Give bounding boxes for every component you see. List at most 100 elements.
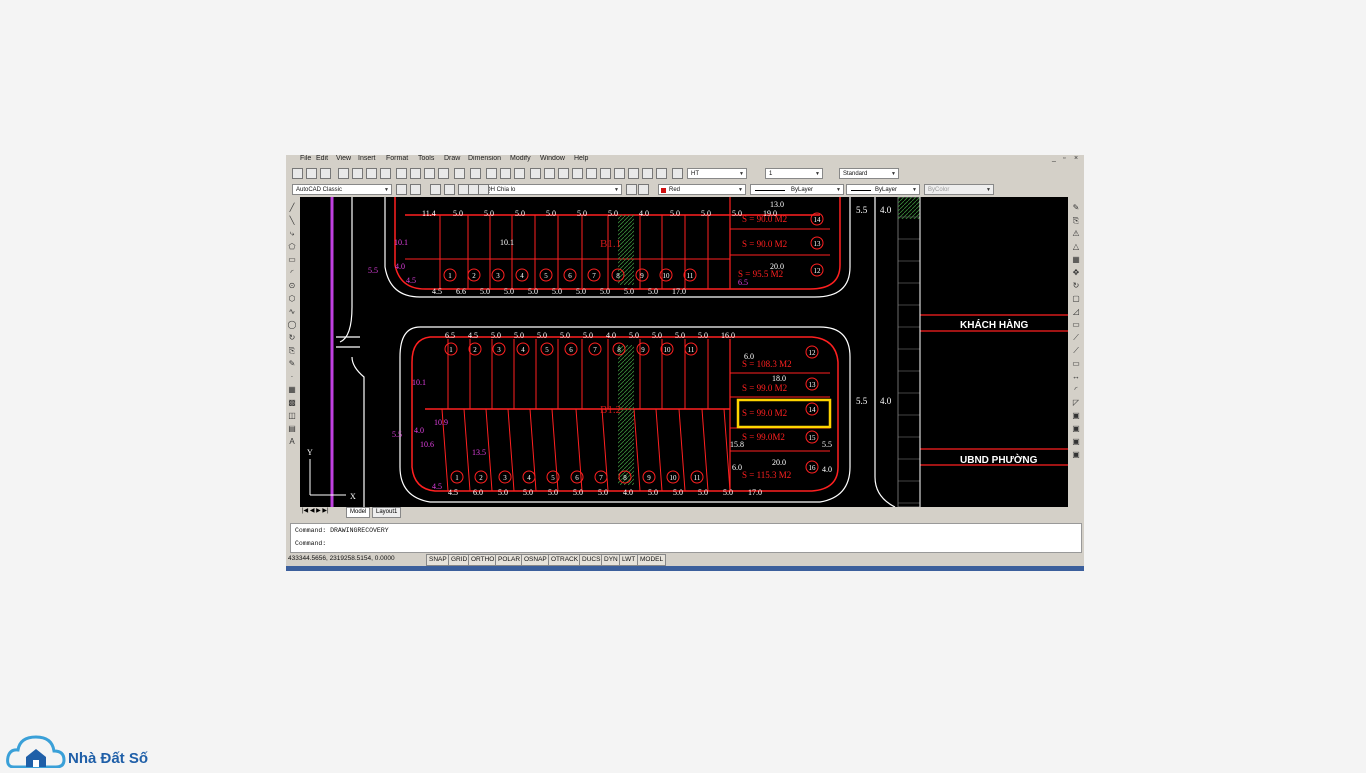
minimize-button[interactable]: _ (1052, 155, 1056, 162)
toolbar-tool-icon[interactable] (514, 168, 525, 179)
modify-tool-icon[interactable]: ⎘ (1071, 216, 1081, 225)
toolbar-tool-icon[interactable] (306, 168, 317, 179)
modify-tool-icon[interactable]: ↻ (1071, 281, 1081, 290)
toolbar-tool-icon[interactable] (396, 168, 407, 179)
dim-style-combo[interactable]: 1 ▼ (765, 168, 823, 179)
toolbar-tool-icon[interactable] (410, 184, 421, 195)
linetype-combo[interactable]: ByLayer ▼ (750, 184, 844, 195)
toolbar-tool-icon[interactable] (486, 168, 497, 179)
menu-file[interactable]: File (300, 155, 311, 162)
toolbar-tool-icon[interactable] (478, 184, 489, 195)
draw-tool-icon[interactable]: ∿ (287, 307, 297, 316)
modify-tool-icon[interactable]: ▭ (1071, 320, 1081, 329)
toolbar-tool-icon[interactable] (558, 168, 569, 179)
grid-toggle[interactable]: GRID (448, 554, 471, 566)
menu-dimension[interactable]: Dimension (468, 155, 501, 162)
toolbar-tool-icon[interactable] (626, 184, 637, 195)
toolbar-tool-icon[interactable] (338, 168, 349, 179)
toolbar-tool-icon[interactable] (396, 184, 407, 195)
toolbar-tool-icon[interactable] (444, 184, 455, 195)
polar-toggle[interactable]: POLAR (495, 554, 524, 566)
toolbar-tool-icon[interactable] (430, 184, 441, 195)
modify-tool-icon[interactable]: ▦ (1071, 255, 1081, 264)
toolbar-tool-icon[interactable] (586, 168, 597, 179)
modify-tool-icon[interactable]: ⟋ (1071, 333, 1081, 342)
draw-tool-icon[interactable]: ⬠ (287, 242, 297, 251)
toolbar-tool-icon[interactable] (628, 168, 639, 179)
toolbar-tool-icon[interactable] (544, 168, 555, 179)
toolbar-tool-icon[interactable] (638, 184, 649, 195)
tab-nav-icon[interactable]: |◀ ◀ ▶ ▶| (302, 507, 329, 514)
toolbar-tool-icon[interactable] (656, 168, 667, 179)
draw-tool-icon[interactable]: ↻ (287, 333, 297, 342)
toolbar-tool-icon[interactable] (672, 168, 683, 179)
toolbar-tool-icon[interactable] (438, 168, 449, 179)
draw-tool-icon[interactable]: ✎ (287, 359, 297, 368)
workspace-combo[interactable]: AutoCAD Classic ▼ (292, 184, 392, 195)
modify-tool-icon[interactable]: △ (1071, 242, 1081, 251)
modify-tool-icon[interactable]: ▣ (1071, 424, 1081, 433)
draw-tool-icon[interactable]: ⤷ (287, 229, 297, 238)
modify-tool-icon[interactable]: ✥ (1071, 268, 1081, 277)
command-window[interactable]: Command: DRAWINGRECOVERY Command: (290, 523, 1082, 553)
toolbar-tool-icon[interactable] (292, 168, 303, 179)
toolbar-tool-icon[interactable] (366, 168, 377, 179)
command-prompt[interactable]: Command: (295, 540, 326, 547)
close-button[interactable]: × (1074, 155, 1078, 162)
table-style-combo[interactable]: Standard ▼ (839, 168, 899, 179)
draw-tool-icon[interactable]: ⎘ (287, 346, 297, 355)
drawing-canvas[interactable]: KHÁCH HÀNG UBND PHƯỜNG S = 90.0 M2 S = 9… (300, 197, 1068, 507)
toolbar-tool-icon[interactable] (600, 168, 611, 179)
model-toggle[interactable]: MODEL (637, 554, 667, 566)
toolbar-tool-icon[interactable] (614, 168, 625, 179)
menu-help[interactable]: Help (574, 155, 588, 162)
draw-tool-icon[interactable]: A (287, 437, 297, 446)
modify-tool-icon[interactable]: ▣ (1071, 411, 1081, 420)
draw-tool-icon[interactable]: ▭ (287, 255, 297, 264)
toolbar-tool-icon[interactable] (530, 168, 541, 179)
modify-tool-icon[interactable]: ↔ (1071, 372, 1081, 381)
ducs-toggle[interactable]: DUCS (579, 554, 604, 566)
modify-tool-icon[interactable]: ▢ (1071, 294, 1081, 303)
draw-tool-icon[interactable]: ◯ (287, 320, 297, 329)
draw-tool-icon[interactable]: ╲ (287, 216, 297, 225)
modify-tool-icon[interactable]: ⟋ (1071, 346, 1081, 355)
toolbar-tool-icon[interactable] (454, 168, 465, 179)
modify-tool-icon[interactable]: ◜ (1071, 385, 1081, 394)
draw-tool-icon[interactable]: ▦ (287, 385, 297, 394)
menu-format[interactable]: Format (386, 155, 408, 162)
draw-tool-icon[interactable]: ⬡ (287, 294, 297, 303)
ortho-toggle[interactable]: ORTHO (468, 554, 498, 566)
toolbar-tool-icon[interactable] (380, 168, 391, 179)
toolbar-tool-icon[interactable] (410, 168, 421, 179)
osnap-toggle[interactable]: OSNAP (521, 554, 550, 566)
menu-modify[interactable]: Modify (510, 155, 531, 162)
modify-tool-icon[interactable]: ⚠ (1071, 229, 1081, 238)
snap-toggle[interactable]: SNAP (426, 554, 450, 566)
modify-tool-icon[interactable]: ✎ (1071, 203, 1081, 212)
draw-tool-icon[interactable]: ╱ (287, 203, 297, 212)
modify-tool-icon[interactable]: ▣ (1071, 437, 1081, 446)
toolbar-tool-icon[interactable] (572, 168, 583, 179)
text-style-combo[interactable]: HT ▼ (687, 168, 747, 179)
toolbar-tool-icon[interactable] (500, 168, 511, 179)
menu-draw[interactable]: Draw (444, 155, 460, 162)
layer-combo[interactable]: QH Chia lo ▼ (482, 184, 622, 195)
draw-tool-icon[interactable]: ▤ (287, 424, 297, 433)
plotstyle-combo[interactable]: ByColor ▼ (924, 184, 994, 195)
draw-tool-icon[interactable]: ⊙ (287, 281, 297, 290)
modify-tool-icon[interactable]: ◿ (1071, 307, 1081, 316)
menu-tools[interactable]: Tools (418, 155, 434, 162)
menu-edit[interactable]: Edit (316, 155, 328, 162)
toolbar-tool-icon[interactable] (320, 168, 331, 179)
toolbar-tool-icon[interactable] (642, 168, 653, 179)
lwt-toggle[interactable]: LWT (619, 554, 639, 566)
dyn-toggle[interactable]: DYN (601, 554, 621, 566)
restore-button[interactable]: ▫ (1063, 155, 1065, 162)
toolbar-tool-icon[interactable] (424, 168, 435, 179)
draw-tool-icon[interactable]: · (287, 372, 297, 381)
menu-insert[interactable]: Insert (358, 155, 376, 162)
draw-tool-icon[interactable]: ◫ (287, 411, 297, 420)
draw-tool-icon[interactable]: ▩ (287, 398, 297, 407)
modify-tool-icon[interactable]: ▭ (1071, 359, 1081, 368)
